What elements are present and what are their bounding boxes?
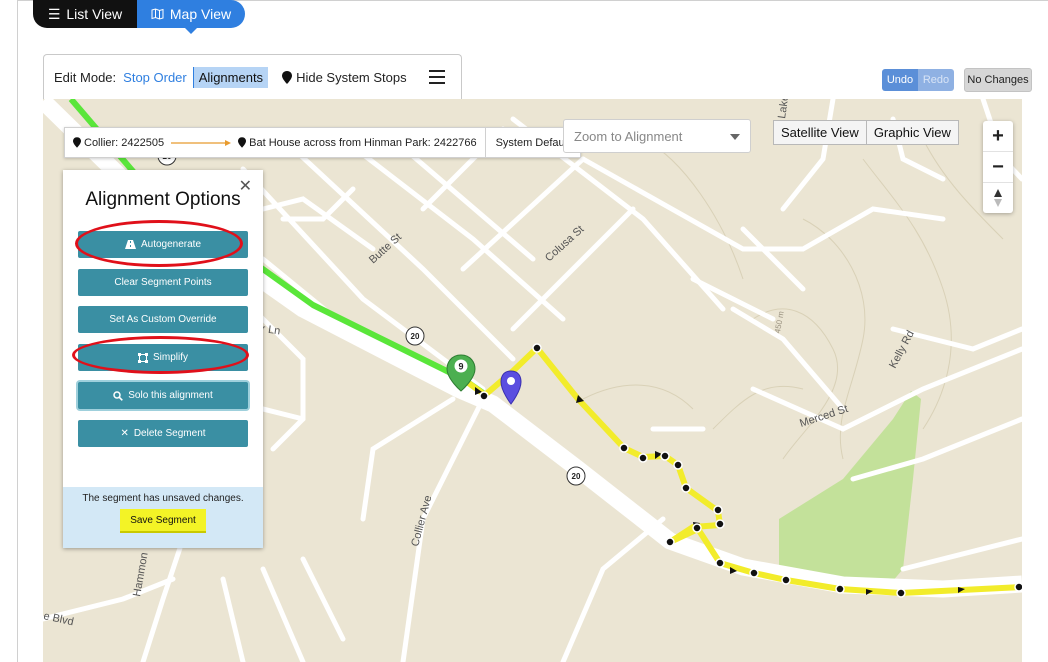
map-pin-icon xyxy=(238,137,247,148)
arrow-right-icon xyxy=(171,139,232,146)
solo-alignment-button[interactable]: Solo this alignment xyxy=(78,382,248,409)
autogenerate-button[interactable]: Autogenerate xyxy=(78,231,248,258)
map-view-label: Map View xyxy=(169,6,232,22)
zoom-controls: + − xyxy=(983,121,1013,213)
list-view-button[interactable]: ☰ List View xyxy=(33,0,137,28)
list-view-label: List View xyxy=(66,6,123,22)
delete-segment-label: Delete Segment xyxy=(133,428,206,439)
street-label-collier: Collier Ave xyxy=(409,494,434,548)
elevation-label: 450 m xyxy=(773,310,786,334)
route-summary-bar: Collier: 2422505 Bat House across from H… xyxy=(64,127,582,158)
autogenerate-label: Autogenerate xyxy=(140,239,202,250)
chevron-down-icon xyxy=(730,134,740,140)
map-view-button[interactable]: Map View xyxy=(137,0,245,34)
zoom-to-alignment-select[interactable]: Zoom to Alignment xyxy=(563,119,751,153)
stop-order-tab[interactable]: Stop Order xyxy=(123,70,187,85)
satellite-view-button[interactable]: Satellite View xyxy=(773,120,867,145)
map-icon xyxy=(151,8,164,20)
clear-segment-points-label: Clear Segment Points xyxy=(114,277,212,288)
hide-system-stops-toggle[interactable]: Hide System Stops xyxy=(282,70,407,85)
terrain-contours xyxy=(582,138,1004,460)
undo-button[interactable]: Undo xyxy=(882,69,918,91)
set-custom-override-label: Set As Custom Override xyxy=(109,314,217,325)
compass-icon xyxy=(994,189,1002,207)
stop-marker-blue xyxy=(500,370,522,405)
map-pin-icon xyxy=(282,70,293,84)
route-shield-label: 20 xyxy=(572,472,581,481)
panel-title: Alignment Options xyxy=(85,189,241,210)
set-custom-override-button[interactable]: Set As Custom Override xyxy=(78,306,248,333)
route-destination-label: Bat House across from Hinman Park: 24227… xyxy=(249,136,477,149)
view-toggle: ☰ List View Map View xyxy=(33,0,245,34)
hamburger-menu-icon[interactable] xyxy=(428,70,445,84)
route-origin-label: Collier: 2422505 xyxy=(84,136,165,149)
route-shield-label: 20 xyxy=(411,332,420,341)
redo-button[interactable]: Redo xyxy=(918,69,954,91)
zoom-in-button[interactable]: + xyxy=(983,121,1013,152)
edit-mode-label: Edit Mode: xyxy=(54,69,117,85)
unsaved-changes-message: The segment has unsaved changes. xyxy=(82,493,244,504)
road-icon xyxy=(124,240,136,249)
list-icon: ☰ xyxy=(47,5,61,22)
alignment-options-panel: ✕ Alignment Options Autogenerate Clear S… xyxy=(63,170,263,548)
compass-reset-button[interactable] xyxy=(983,183,1013,213)
street-label-kelly: Kelly Rd xyxy=(887,329,917,371)
street-label-lake: Lake xyxy=(776,99,791,119)
vector-square-icon xyxy=(137,352,148,363)
alignments-tab[interactable]: Alignments xyxy=(192,66,269,88)
delete-segment-button[interactable]: ✕ Delete Segment xyxy=(78,420,248,447)
zoom-out-button[interactable]: − xyxy=(983,152,1013,183)
change-status-button[interactable]: No Changes xyxy=(964,68,1032,92)
stop-number-label: 9 xyxy=(458,362,463,372)
close-icon: ✕ xyxy=(120,428,129,439)
clear-segment-points-button[interactable]: Clear Segment Points xyxy=(78,269,248,296)
simplify-button[interactable]: Simplify xyxy=(78,344,248,371)
map-type-toggle: Satellite View Graphic View xyxy=(773,120,959,145)
graphic-view-button[interactable]: Graphic View xyxy=(866,120,959,145)
simplify-label: Simplify xyxy=(152,352,188,363)
search-icon xyxy=(113,390,124,401)
page-left-border xyxy=(17,0,18,662)
street-label-colusa: Colusa St xyxy=(543,223,586,264)
hide-system-stops-label: Hide System Stops xyxy=(296,69,407,85)
map-pin-icon xyxy=(73,137,81,148)
undo-redo-group: Undo Redo xyxy=(882,69,954,91)
solo-alignment-label: Solo this alignment xyxy=(128,390,213,401)
edit-mode-bar: Edit Mode: Stop Order Alignments Hide Sy… xyxy=(43,54,462,99)
unsaved-changes-footer: The segment has unsaved changes. Save Se… xyxy=(63,487,263,548)
save-segment-button[interactable]: Save Segment xyxy=(120,509,206,533)
zoom-to-alignment-placeholder: Zoom to Alignment xyxy=(574,128,683,144)
route-origin: Collier: 2422505 Bat House across from H… xyxy=(65,128,485,157)
